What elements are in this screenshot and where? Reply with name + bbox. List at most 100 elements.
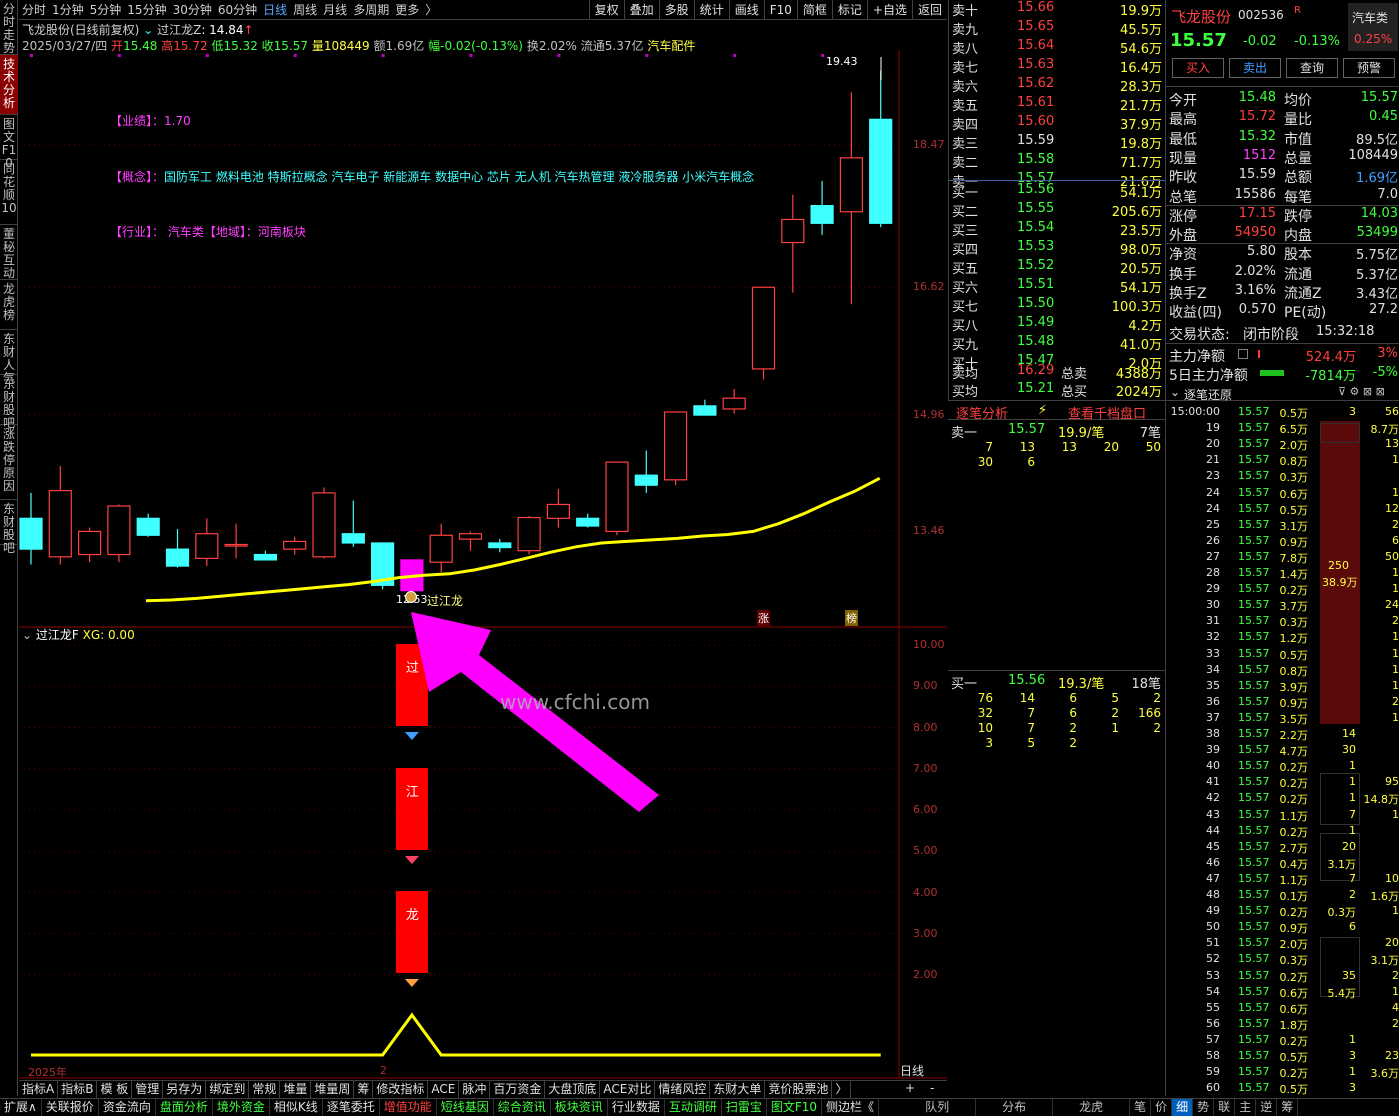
sell-level[interactable]: 卖九 15.65 45.5万 [949,19,1166,38]
bottom-bar-item[interactable]: 扫雷宝 [722,1099,767,1116]
bottom-bar-item[interactable]: 主 [1235,1099,1257,1116]
tick-row[interactable]: 27 15.57 7.8万 50 [1166,550,1399,566]
tick-row[interactable]: 35 15.57 3.9万 1 [1166,679,1399,695]
bottom-bar-item[interactable]: 侧边栏《 [822,1099,880,1116]
left-tab[interactable]: 分时走势 [0,0,18,55]
tick-row[interactable]: 47 15.57 1.1万 7 10 [1166,872,1399,888]
bottom-bar-item[interactable]: 筹 [1277,1099,1299,1116]
sell-level[interactable]: 卖四 15.60 37.9万 [949,114,1166,133]
period-tab[interactable]: 日线 [260,1,290,18]
tick-row[interactable]: 28 15.57 1.4万 1 [1166,566,1399,582]
bottom-bar-item[interactable]: 综合资讯 [494,1099,551,1116]
tick-row[interactable]: 30 15.57 3.7万 24 [1166,598,1399,614]
buy-level[interactable]: 买四 15.53 98.0万 [949,239,1166,258]
chevron-down-icon[interactable]: ⌄ [1170,385,1180,399]
sell-level[interactable]: 卖六 15.62 28.3万 [949,76,1166,95]
tick-row[interactable]: 60 15.57 0.5万 3 [1166,1081,1399,1097]
tool-button[interactable]: 返回 [911,0,947,20]
limit-up-badge[interactable]: 涨 [757,610,770,626]
bottom-bar-item[interactable]: 图文F10 [767,1099,823,1116]
tick-row[interactable]: 23 15.57 0.3万 [1166,469,1399,485]
tick-row[interactable]: 37 15.57 3.5万 1 [1166,711,1399,727]
period-tab[interactable]: 1分钟 [49,1,87,18]
indicator-tab[interactable]: 指标B [58,1081,98,1098]
tick-row[interactable]: 32 15.57 1.2万 1 [1166,630,1399,646]
osc-title[interactable]: 过江龙F [36,628,79,642]
action-button[interactable]: 买入 [1172,58,1224,78]
sell-level[interactable]: 卖五 15.61 21.7万 [949,95,1166,114]
tick-row[interactable]: 24 15.57 0.5万 12 [1166,502,1399,518]
tick-row[interactable]: 40 15.57 0.2万 1 [1166,759,1399,775]
tick-row[interactable]: 38 15.57 2.2万 14 [1166,727,1399,743]
indicator-tab[interactable]: ACE [428,1081,460,1098]
sell-level[interactable]: 卖三 15.59 19.8万 [949,133,1166,152]
indicator-tab[interactable]: 另存为 [163,1081,207,1098]
sell-level[interactable]: 卖八 15.64 54.6万 [949,38,1166,57]
tick-row[interactable]: 54 15.57 0.6万 5.4万 1 [1166,985,1399,1001]
sell-level[interactable]: 卖十 15.66 19.9万 [949,0,1166,19]
period-tab[interactable]: 月线 [320,1,350,18]
indicator-tab[interactable]: 管理 [132,1081,164,1098]
indicator-tab[interactable]: 堆量 [280,1081,312,1098]
tick-row[interactable]: 45 15.57 2.7万 20 [1166,840,1399,856]
tick-row[interactable]: 58 15.57 0.5万 3 23 [1166,1049,1399,1065]
bottom-bar-item[interactable]: 联 [1214,1099,1236,1116]
tick-row[interactable]: 51 15.57 2.0万 20 [1166,936,1399,952]
bottom-bar-item[interactable]: 队列 [899,1099,977,1116]
indicator-tab[interactable]: 筹 [354,1081,374,1098]
indicator-tab[interactable]: 常规 [249,1081,281,1098]
buy-level[interactable]: 买三 15.54 23.5万 [949,220,1166,239]
tick-row[interactable]: 56 15.57 1.8万 2 [1166,1017,1399,1033]
bottom-bar-item[interactable]: 笔 [1130,1099,1152,1116]
sector-name[interactable]: 汽车类 [1352,9,1388,26]
indicator-tab[interactable]: 百万资金 [490,1081,546,1098]
tick-row[interactable]: 31 15.57 0.3万 2 [1166,614,1399,630]
buy-level[interactable]: 买八 15.49 4.2万 [949,315,1166,334]
bottom-bar-item[interactable]: 逆 [1256,1099,1278,1116]
view-queue-tab[interactable]: 查看千档盘口 [1068,403,1146,422]
bottom-bar-item[interactable]: 行业数据 [608,1099,665,1116]
buy-level[interactable]: 买七 15.50 100.3万 [949,296,1166,315]
filter-icon[interactable]: ⊽ ⚙ ⊠ ⊠ [1338,385,1385,398]
tool-button[interactable]: 画线 [728,0,764,20]
period-tab[interactable]: 多周期 [350,1,392,18]
period-tab[interactable]: 5分钟 [87,1,125,18]
tick-row[interactable]: 19 15.57 6.5万 8.7万 [1166,421,1399,437]
buy-level[interactable]: 买二 15.55 205.6万 [949,201,1166,220]
chevron-down-icon[interactable]: ⌄ [22,628,36,642]
left-tab[interactable]: 东财股吧 [0,500,18,555]
tick-row[interactable]: 53 15.57 0.2万 35 2 [1166,969,1399,985]
bottom-bar-item[interactable]: 短线基因 [437,1099,494,1116]
buy-level[interactable]: 买九 15.48 41.0万 [949,334,1166,353]
indicator-tab[interactable]: 〉 [832,1081,852,1098]
tick-row[interactable]: 34 15.57 0.8万 1 [1166,663,1399,679]
indicator-tab[interactable]: 指标A [19,1081,59,1098]
tick-row[interactable]: 48 15.57 0.1万 2 1.6万 [1166,888,1399,904]
tick-row[interactable]: 24 15.57 0.6万 1 [1166,486,1399,502]
left-tab[interactable]: 东财人气 [0,330,18,385]
list-icon[interactable] [1238,349,1248,359]
action-button[interactable]: 预警 [1343,58,1395,78]
tick-row[interactable]: 36 15.57 0.9万 2 [1166,695,1399,711]
indicator-tab[interactable]: 脉冲 [459,1081,491,1098]
bottom-bar-item[interactable]: 板块资讯 [551,1099,608,1116]
tool-button[interactable]: 标记 [831,0,867,20]
bottom-bar-item[interactable]: 盘面分析 [156,1099,213,1116]
left-tab[interactable]: 东财股吧 [0,375,18,430]
left-tab[interactable]: 图文F10 [0,115,18,170]
tick-row[interactable]: 59 15.57 0.2万 1 3.6万 [1166,1065,1399,1081]
tool-button[interactable]: 简框 [796,0,832,20]
tool-button[interactable]: 复权 [588,0,624,20]
bottom-bar-item[interactable]: 关联报价 [42,1099,99,1116]
bottom-bar-item[interactable]: 龙虎 [1053,1099,1131,1116]
period-tab[interactable]: 分时 [19,1,49,18]
tick-row[interactable]: 29 15.57 0.2万 1 [1166,582,1399,598]
indicator-tab[interactable]: 绑定到 [206,1081,250,1098]
left-tab[interactable]: 龙虎榜 [0,280,18,330]
period-tab[interactable]: 周线 [290,1,320,18]
buy-level[interactable]: 买一 15.56 54.1万 [949,182,1166,201]
indicator-tab[interactable]: 情绪风控 [655,1081,711,1098]
bottom-bar-item[interactable]: 境外资金 [213,1099,270,1116]
indicator-tab[interactable]: 模 板 [97,1081,133,1098]
sell-level[interactable]: 卖二 15.58 71.7万 [949,152,1166,171]
